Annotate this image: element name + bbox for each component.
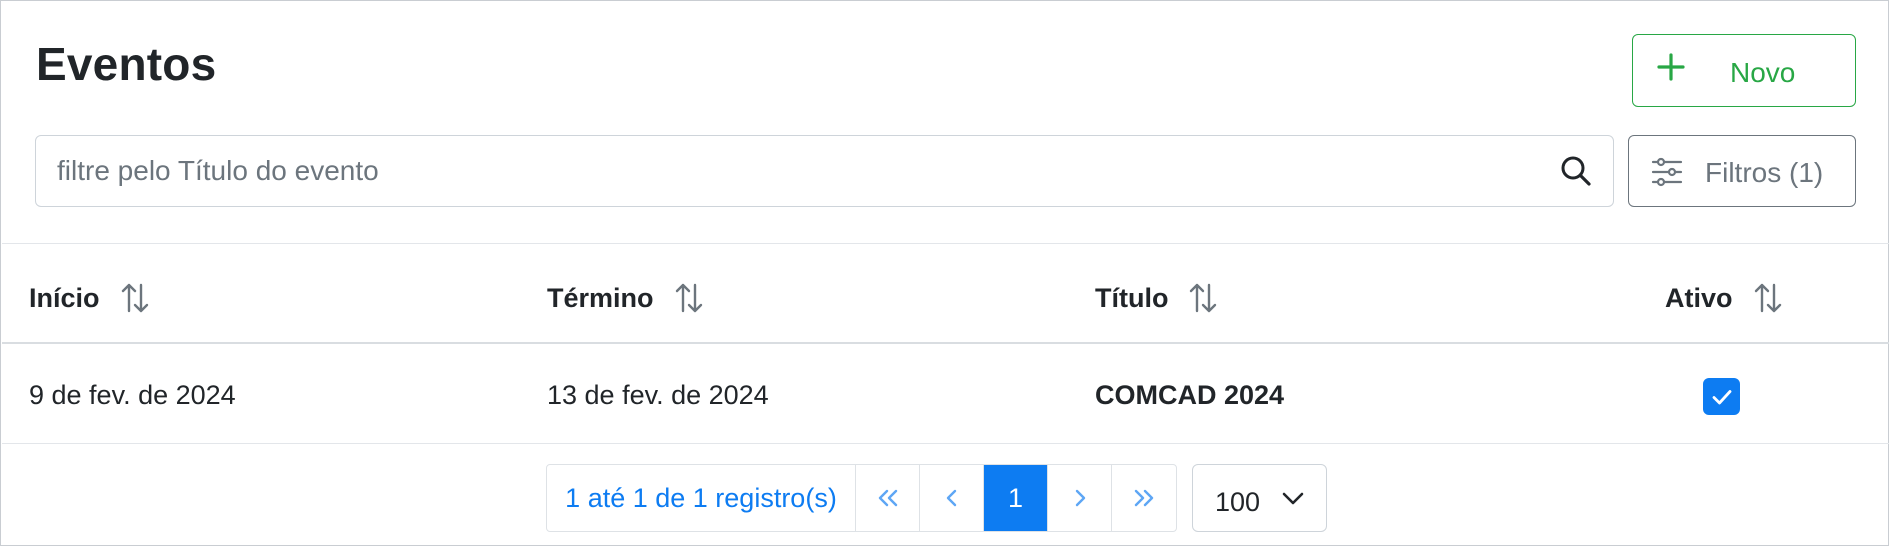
sliders-icon [1651, 157, 1683, 187]
previous-page-button[interactable] [920, 465, 984, 531]
chevron-left-icon [946, 489, 956, 507]
cell-end-date: 13 de fev. de 2024 [547, 380, 769, 410]
page-size-select[interactable]: 100 [1192, 464, 1327, 532]
sort-arrows-icon[interactable] [1753, 281, 1783, 315]
column-header-start[interactable]: Início [29, 281, 150, 315]
next-page-button[interactable] [1048, 465, 1112, 531]
table-header-divider [2, 342, 1889, 344]
filters-button[interactable]: Filtros (1) [1628, 135, 1856, 207]
chevron-down-icon [1282, 492, 1304, 505]
table-row-divider [2, 443, 1889, 444]
active-checkbox[interactable] [1703, 378, 1740, 415]
double-chevron-left-icon [878, 489, 897, 507]
column-header-end[interactable]: Término [547, 281, 704, 315]
divider [2, 243, 1889, 244]
last-page-button[interactable] [1112, 465, 1176, 531]
cell-event-title[interactable]: COMCAD 2024 [1095, 380, 1284, 411]
page-size-value: 100 [1215, 487, 1261, 517]
events-panel: Eventos Novo Filtros (1) Início [0, 0, 1889, 546]
column-header-active[interactable]: Ativo [1665, 281, 1783, 315]
search-icon[interactable] [1559, 154, 1593, 188]
column-header-title[interactable]: Título [1095, 281, 1218, 315]
column-header-label: Término [547, 282, 654, 313]
pagination-info: 1 até 1 de 1 registro(s) [547, 465, 856, 531]
sort-arrows-icon[interactable] [120, 281, 150, 315]
page-button-current[interactable]: 1 [984, 465, 1048, 531]
search-field[interactable] [35, 135, 1614, 207]
sort-arrows-icon[interactable] [1188, 281, 1218, 315]
pagination: 1 até 1 de 1 registro(s) 1 [546, 464, 1177, 532]
column-header-label: Título [1095, 282, 1169, 313]
plus-icon [1657, 53, 1685, 81]
double-chevron-right-icon [1134, 489, 1154, 507]
filters-button-label: Filtros (1) [1705, 157, 1824, 188]
chevron-right-icon [1075, 489, 1085, 507]
column-header-label: Início [29, 282, 100, 313]
column-header-label: Ativo [1665, 282, 1733, 313]
search-input[interactable] [36, 136, 1613, 206]
check-icon [1712, 389, 1731, 404]
cell-start-date: 9 de fev. de 2024 [29, 380, 236, 410]
new-event-button-label: Novo [1730, 57, 1796, 88]
first-page-button[interactable] [856, 465, 920, 531]
sort-arrows-icon[interactable] [674, 281, 704, 315]
page-title: Eventos [36, 38, 217, 90]
new-event-button[interactable]: Novo [1632, 34, 1856, 107]
